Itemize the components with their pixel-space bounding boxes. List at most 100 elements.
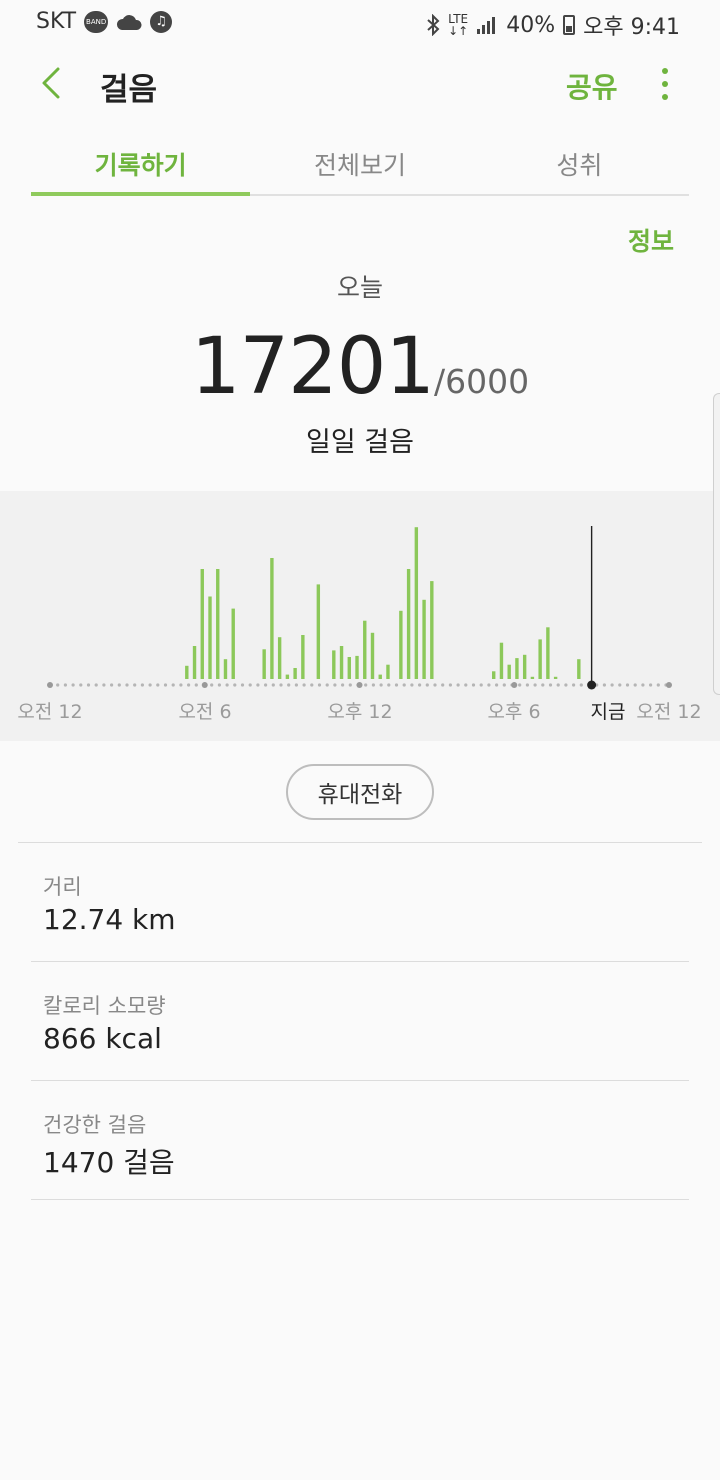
baseline-dot — [533, 683, 537, 687]
baseline-dot — [194, 683, 198, 687]
stat-label: 거리 — [43, 875, 82, 899]
baseline-dot — [610, 683, 614, 687]
baseline-dot — [256, 683, 260, 687]
baseline-dot — [556, 683, 560, 687]
x-tick-label: 오전 12 — [17, 701, 83, 723]
baseline-dot — [495, 683, 499, 687]
baseline-dot — [364, 683, 368, 687]
baseline-dot — [618, 683, 622, 687]
chart-bar — [515, 658, 519, 679]
chart-bar — [577, 659, 581, 679]
steps-summary: 17201/6000 — [0, 322, 720, 412]
baseline-dot — [294, 683, 298, 687]
chart-bar — [530, 676, 535, 679]
edge-panel-handle[interactable] — [713, 393, 720, 695]
x-tick-label: 오후 6 — [487, 701, 541, 723]
baseline-dot — [117, 683, 121, 687]
chart-bar — [499, 642, 504, 679]
baseline-dot — [56, 683, 60, 687]
tick-dot — [666, 682, 672, 688]
baseline-dot — [410, 683, 414, 687]
baseline-dot — [217, 683, 221, 687]
chart-bar — [231, 608, 235, 679]
carrier-label: SKT — [36, 9, 77, 34]
clock: 오후 9:41 — [583, 15, 680, 40]
baseline-dot — [541, 683, 545, 687]
baseline-dot — [187, 683, 191, 687]
now-indicator-dot — [587, 680, 597, 690]
baseline-dot — [287, 683, 291, 687]
chart-bar — [185, 665, 189, 679]
baseline-dot — [325, 683, 329, 687]
lte-icon: LTE ↓↑ — [448, 12, 469, 38]
chart-bar — [208, 596, 212, 679]
baseline-dot — [387, 683, 391, 687]
chart-bar — [430, 581, 434, 679]
music-icon: ♫ — [150, 10, 173, 33]
info-link[interactable]: 정보 — [628, 222, 674, 258]
baseline-dot — [433, 683, 437, 687]
chart-bar — [378, 674, 382, 679]
baseline-dot — [487, 683, 491, 687]
baseline-dot — [394, 683, 399, 687]
chart-bar — [406, 569, 411, 679]
today-label: 오늘 — [336, 273, 383, 302]
device-filter-button[interactable]: 휴대전화 — [286, 764, 434, 820]
stat-label: 칼로리 소모량 — [43, 994, 166, 1018]
baseline-dot — [225, 683, 229, 687]
chart-bar — [507, 664, 511, 679]
share-button[interactable]: 공유 — [566, 66, 618, 106]
chart-bar — [192, 646, 197, 679]
baseline-dot — [140, 683, 144, 687]
baseline-dot — [471, 683, 476, 687]
tab-overview[interactable]: 전체보기 — [250, 132, 469, 194]
baseline-dot — [163, 683, 168, 687]
baseline-dot — [602, 683, 607, 687]
x-tick-label: 오전 6 — [178, 701, 232, 723]
baseline-dot — [456, 683, 460, 687]
baseline-dot — [418, 683, 422, 687]
baseline-dot — [579, 683, 583, 687]
cloud-icon — [117, 14, 142, 30]
chart-bar — [339, 646, 344, 679]
tick-dot — [356, 682, 363, 688]
more-options-icon[interactable] — [650, 62, 680, 106]
baseline-dot — [656, 683, 660, 687]
app-bar: 걸음 공유 — [0, 52, 720, 116]
baseline-dot — [240, 683, 245, 687]
baseline-dot — [86, 683, 91, 687]
status-bar: SKT BAND ♫ LTE ↓↑ 40% 오후 9:41 — [0, 0, 720, 46]
stat-calories: 칼로리 소모량 866 kcal — [31, 962, 689, 1081]
chart-bar — [492, 671, 496, 679]
baseline-dot — [271, 683, 275, 687]
chart-bar — [316, 584, 321, 679]
baseline-dot — [94, 683, 98, 687]
baseline-dot — [502, 683, 506, 687]
chart-bar — [200, 569, 204, 679]
back-arrow-icon[interactable] — [26, 58, 76, 108]
baseline-dot — [341, 683, 345, 687]
baseline-dot — [425, 683, 429, 687]
baseline-dot — [302, 683, 306, 687]
baseline-dot — [233, 683, 237, 687]
baseline-dot — [179, 683, 183, 687]
steps-count: 17201 — [190, 322, 435, 412]
stat-label: 건강한 걸음 — [43, 1113, 147, 1137]
stat-value: 12.74 km — [43, 903, 176, 936]
baseline-dot — [248, 683, 252, 687]
baseline-dot — [171, 683, 175, 687]
x-tick-label: 오전 12 — [636, 701, 702, 723]
chart-bar — [277, 637, 282, 679]
chart-bar — [355, 655, 359, 679]
baseline-dot — [441, 683, 445, 687]
baseline-dot — [625, 683, 630, 687]
chart-bar — [347, 657, 351, 679]
page-title: 걸음 — [100, 72, 158, 108]
x-tick-label: 오후 12 — [327, 701, 393, 723]
hourly-steps-chart[interactable]: 오전 12 오전 6 오후 12 오후 6 지금 오전 12 — [0, 491, 720, 741]
baseline-dot — [102, 683, 106, 687]
tab-record[interactable]: 기록하기 — [31, 132, 251, 196]
battery-percent: 40% — [506, 12, 556, 38]
tab-achievements[interactable]: 성취 — [470, 132, 689, 194]
baseline-dot — [333, 683, 337, 687]
